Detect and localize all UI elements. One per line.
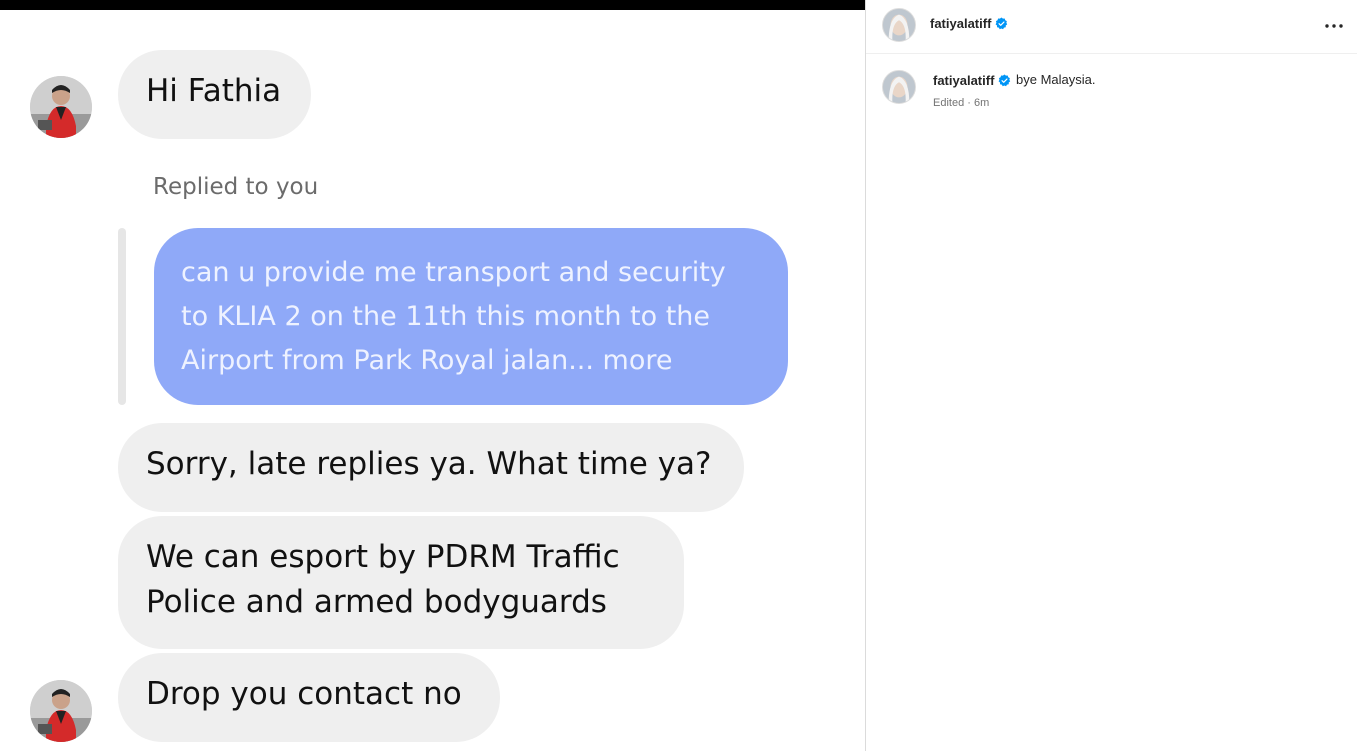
escort-line-1: We can esport by PDRM Traffic — [146, 539, 620, 575]
reply-indicator-bar — [118, 228, 126, 405]
verified-badge-icon — [995, 17, 1008, 30]
post-header: fatiyalatiff — [866, 0, 1357, 54]
caption-username[interactable]: fatiyalatiff — [933, 73, 1011, 88]
caption-username-text[interactable]: fatiyalatiff — [933, 73, 994, 88]
chat-screenshot: Hi Fathia Replied to you can u provide m… — [0, 0, 865, 751]
quoted-line-1: can u provide me transport and security — [181, 257, 726, 288]
caption-avatar[interactable] — [882, 70, 916, 104]
caption-text: bye Malaysia. — [1016, 72, 1096, 87]
header-username-text[interactable]: fatiyalatiff — [930, 16, 991, 31]
quoted-line-3: Airport from Park Royal jalan... more — [181, 345, 673, 376]
profile-avatar[interactable] — [882, 8, 916, 42]
message-sorry: Sorry, late replies ya. What time ya? — [118, 423, 744, 512]
more-horizontal-icon — [1325, 24, 1343, 28]
more-options-button[interactable] — [1322, 14, 1346, 38]
top-border — [0, 0, 865, 10]
message-contact: Drop you contact no — [118, 653, 500, 742]
quoted-message[interactable]: can u provide me transport and security … — [154, 228, 788, 405]
sender-avatar — [30, 680, 92, 742]
escort-line-2: Police and armed bodyguards — [146, 584, 607, 620]
message-greeting: Hi Fathia — [118, 50, 311, 139]
quoted-line-2: to KLIA 2 on the 11th this month to the — [181, 301, 711, 332]
verified-badge-icon — [998, 74, 1011, 87]
post-panel: fatiyalatiff fatiyalatiff bye Malaysia. … — [865, 0, 1357, 751]
post-meta: Edited · 6m — [933, 97, 990, 109]
message-escort: We can esport by PDRM Traffic Police and… — [118, 516, 684, 649]
header-username[interactable]: fatiyalatiff — [930, 16, 1008, 31]
sender-avatar — [30, 76, 92, 138]
replied-to-you-label: Replied to you — [153, 174, 319, 200]
